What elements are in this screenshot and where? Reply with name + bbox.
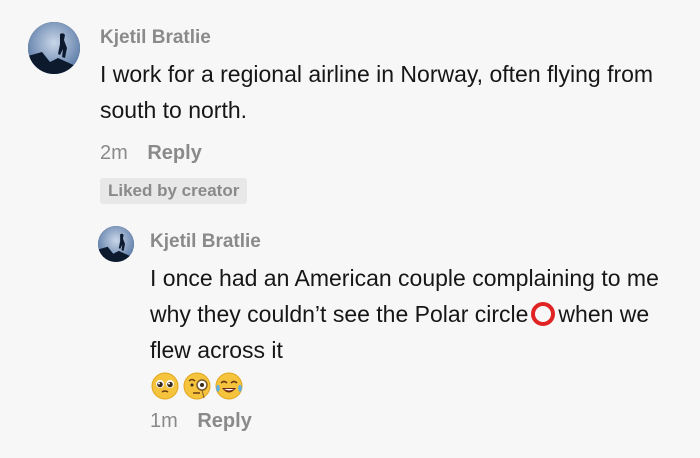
liked-by-creator-badge: Liked by creator	[100, 178, 248, 204]
reply-body: Kjetil Bratlie I once had an American co…	[150, 230, 680, 434]
timestamp: 2m	[100, 142, 128, 164]
reply-meta: 1m Reply	[150, 408, 680, 434]
tears-of-joy-icon	[215, 372, 243, 400]
comment-thread: Kjetil Bratlie I work for a regional air…	[0, 0, 700, 458]
comment-body: Kjetil Bratlie I work for a regional air…	[100, 26, 660, 204]
profile-photo-icon	[98, 226, 134, 262]
comment-text: I work for a regional airline in Norway,…	[100, 61, 654, 123]
reply-text: I once had an American couple complainin…	[150, 260, 680, 368]
face-with-monocle-icon	[183, 372, 211, 400]
username[interactable]: Kjetil Bratlie	[100, 26, 660, 50]
emoji-row	[150, 368, 680, 404]
profile-photo-icon	[28, 22, 80, 74]
pleading-face-icon	[151, 372, 179, 400]
username[interactable]: Kjetil Bratlie	[150, 230, 680, 254]
reply-button[interactable]: Reply	[197, 410, 251, 432]
hollow-red-circle-icon	[531, 302, 556, 326]
avatar[interactable]	[98, 226, 134, 262]
comment-meta: 2m Reply	[100, 140, 660, 166]
reply-button[interactable]: Reply	[147, 142, 201, 164]
avatar[interactable]	[28, 22, 80, 74]
timestamp: 1m	[150, 410, 178, 432]
